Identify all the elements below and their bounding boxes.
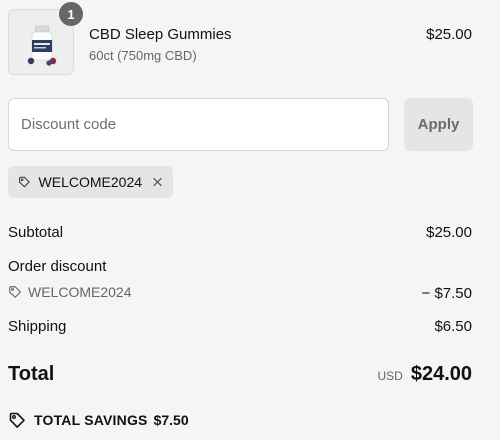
shipping-label: Shipping — [8, 318, 67, 335]
applied-code-chip: WELCOME2024 — [8, 166, 173, 198]
order-discount-code-text: WELCOME2024 — [28, 284, 132, 300]
applied-code-text: WELCOME2024 — [38, 174, 143, 190]
subtotal-label: Subtotal — [8, 224, 64, 241]
apply-button[interactable]: Apply — [404, 98, 473, 151]
discount-code-input[interactable] — [8, 98, 389, 151]
product-name: CBD Sleep Gummies — [89, 26, 232, 43]
quantity-badge: 1 — [59, 2, 83, 26]
order-discount-value: − $7.50 — [421, 285, 472, 302]
total-savings-amount: $7.50 — [153, 412, 189, 428]
total-savings: TOTAL SAVINGS $7.50 — [8, 411, 189, 429]
total-amount: USD $24.00 — [377, 363, 472, 386]
product-price: $25.00 — [426, 26, 472, 43]
order-discount-code: WELCOME2024 — [8, 284, 131, 300]
total-savings-label: TOTAL SAVINGS — [34, 412, 148, 428]
subtotal-value: $25.00 — [426, 224, 472, 241]
currency-code: USD — [377, 369, 403, 383]
tag-icon — [19, 176, 30, 188]
tag-icon — [9, 412, 25, 428]
product-variant: 60ct (750mg CBD) — [89, 48, 197, 63]
total-value: $24.00 — [410, 363, 472, 385]
total-label: Total — [8, 363, 55, 385]
close-icon[interactable] — [152, 175, 163, 189]
tag-icon — [9, 286, 21, 298]
order-discount-label: Order discount — [8, 258, 107, 275]
shipping-value: $6.50 — [434, 318, 472, 335]
